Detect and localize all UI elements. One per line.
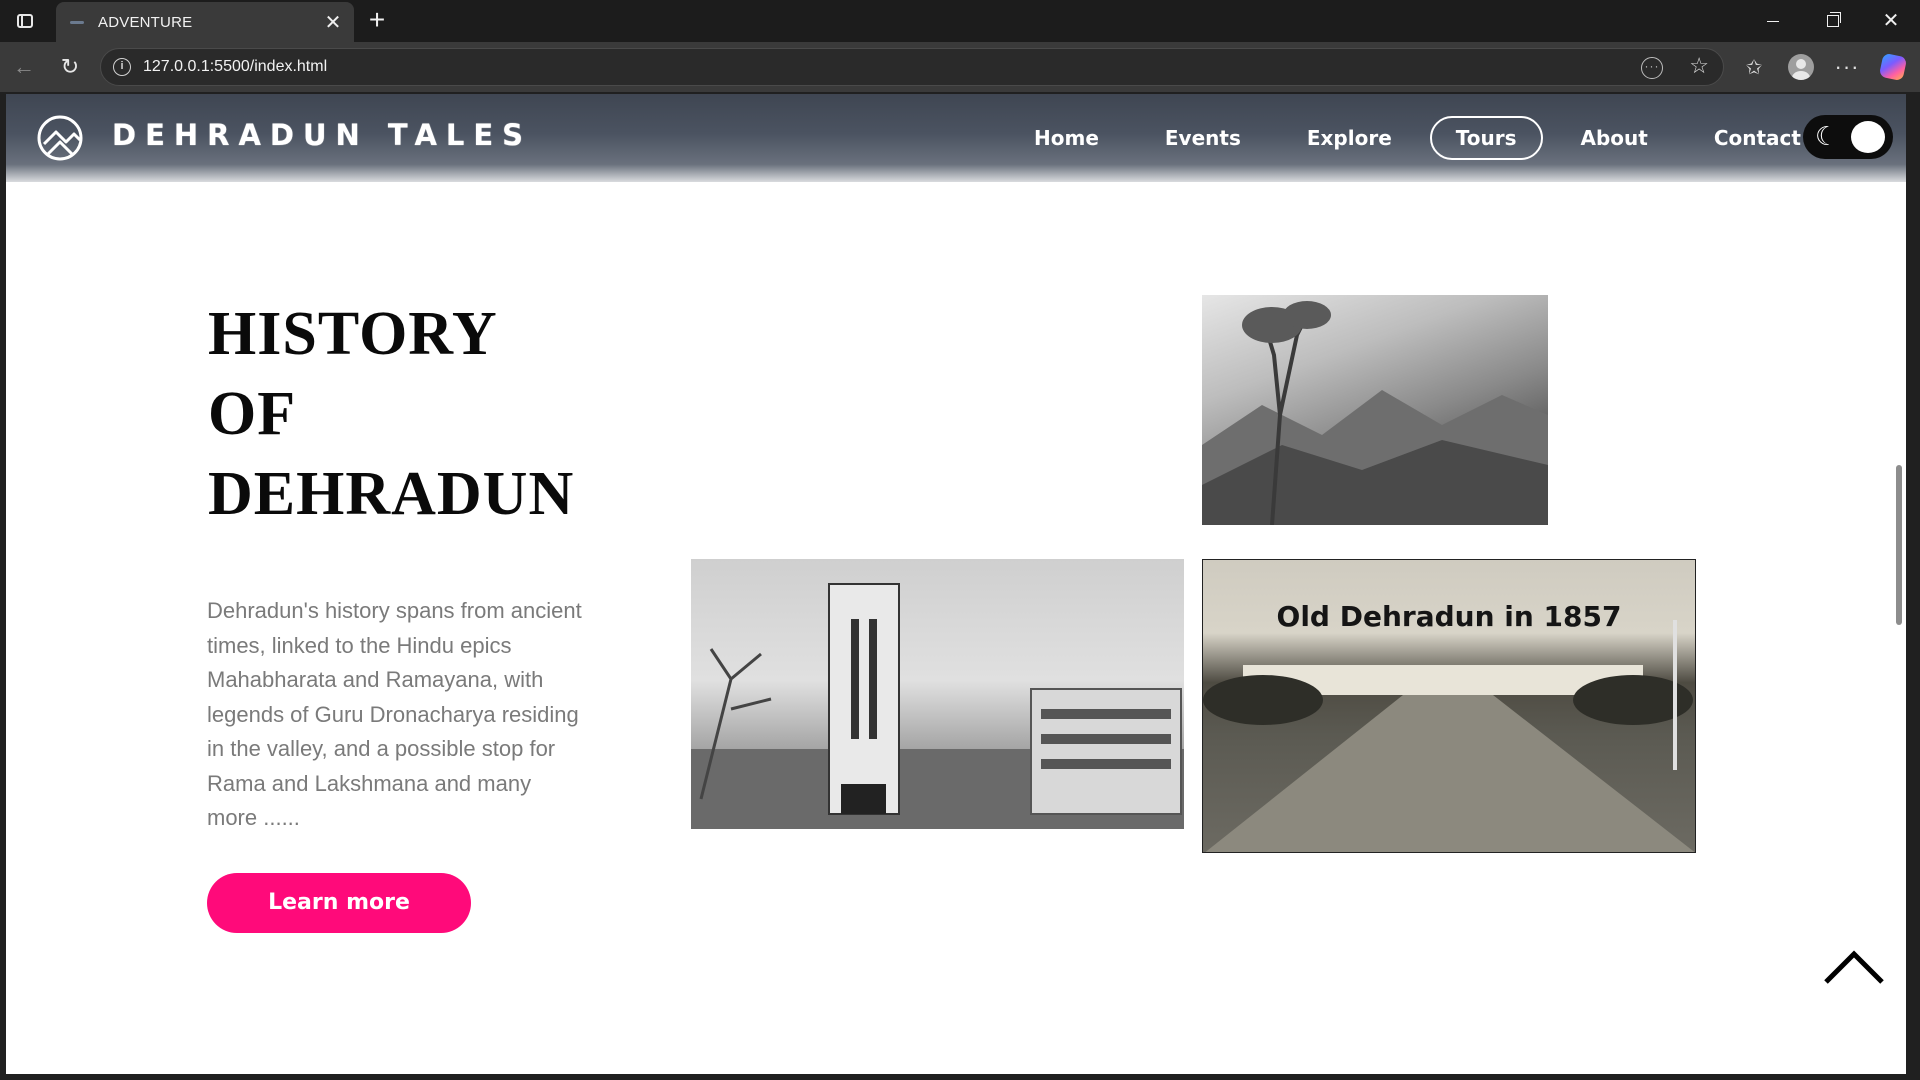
main-nav: Home Events Explore Tours About Contact — [1006, 115, 1839, 161]
bookmark-star-icon[interactable]: ☆ — [1689, 53, 1709, 79]
new-tab-icon[interactable]: + — [362, 6, 392, 36]
heading-line: OF — [208, 380, 297, 448]
tab-strip: ADVENTURE ✕ + ✕ — [0, 0, 1920, 42]
back-icon[interactable]: ← — [8, 51, 40, 83]
landscape-engraving-image — [1202, 295, 1548, 525]
copilot-icon[interactable] — [1876, 51, 1910, 83]
window-close-icon[interactable]: ✕ — [1862, 0, 1920, 42]
section-heading: HISTORY OF DEHRADUN — [208, 294, 628, 534]
restore-icon[interactable] — [1804, 0, 1862, 42]
learn-more-button[interactable]: Learn more — [207, 873, 471, 933]
section-description: Dehradun's history spans from ancient ti… — [207, 598, 582, 830]
tab-title: ADVENTURE — [98, 13, 193, 31]
reload-icon[interactable]: ↻ — [54, 51, 86, 83]
tab-actions-icon[interactable] — [10, 8, 40, 34]
browser-tab[interactable]: ADVENTURE ✕ — [56, 2, 354, 42]
site-info-icon[interactable]: i — [113, 58, 131, 76]
image-caption: Old Dehradun in 1857 — [1276, 600, 1622, 633]
close-tab-icon[interactable]: ✕ — [318, 7, 348, 37]
url-text[interactable]: 127.0.0.1:5500/index.html — [143, 58, 327, 76]
more-menu-icon[interactable]: ··· — [1830, 51, 1864, 83]
moon-icon: ☾ — [1815, 121, 1839, 151]
site-header: DEHRADUN TALES Home Events Explore Tours Abo… — [6, 94, 1906, 182]
page-viewport: DEHRADUN TALES Home Events Explore Tours Abo… — [6, 94, 1906, 1074]
address-bar[interactable]: i 127.0.0.1:5500/index.html ··· ☆ — [100, 48, 1724, 86]
mountain-logo-icon[interactable] — [36, 114, 84, 162]
scroll-to-top-icon[interactable] — [1822, 944, 1886, 988]
nav-link-about[interactable]: About — [1553, 116, 1676, 160]
favorites-icon[interactable]: ✩ — [1737, 51, 1771, 83]
favicon-icon — [70, 20, 84, 24]
heading-line: HISTORY — [208, 300, 498, 368]
nav-link-explore[interactable]: Explore — [1279, 116, 1420, 160]
scrollbar[interactable] — [1896, 465, 1902, 625]
old-dehradun-image: Old Dehradun in 1857 — [1202, 559, 1696, 853]
reader-mode-icon[interactable]: ··· — [1641, 57, 1663, 79]
heading-line: DEHRADUN — [208, 460, 575, 528]
site-brand[interactable]: DEHRADUN TALES — [112, 118, 532, 152]
theme-toggle[interactable]: ☾ — [1803, 115, 1893, 159]
browser-toolbar: ← ↻ i 127.0.0.1:5500/index.html ··· ☆ ✩ … — [0, 42, 1920, 92]
clock-tower-image — [691, 559, 1184, 829]
nav-link-tours[interactable]: Tours — [1429, 116, 1543, 160]
profile-avatar-icon[interactable] — [1784, 51, 1818, 83]
toggle-knob — [1851, 121, 1885, 153]
nav-link-home[interactable]: Home — [1006, 116, 1127, 160]
browser-window: ADVENTURE ✕ + ✕ ← ↻ i 127.0.0.1:5500/ind… — [0, 0, 1920, 1080]
minimize-icon[interactable] — [1744, 0, 1802, 42]
nav-link-events[interactable]: Events — [1137, 116, 1269, 160]
